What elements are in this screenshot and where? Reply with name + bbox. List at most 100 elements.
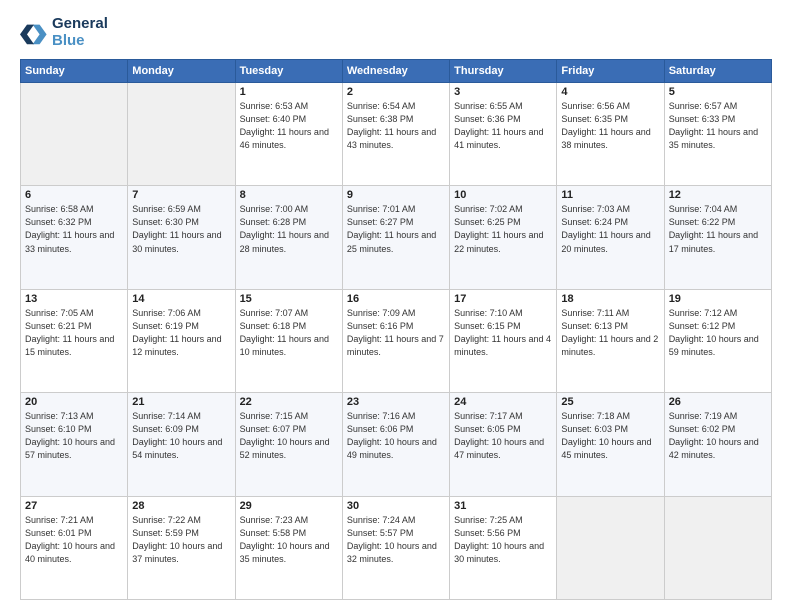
weekday-monday: Monday: [128, 60, 235, 83]
day-cell: 29Sunrise: 7:23 AM Sunset: 5:58 PM Dayli…: [235, 496, 342, 599]
day-cell: 10 Sunrise: 7:02 AM Sunset: 6:25 PM Dayli…: [450, 186, 557, 289]
day-cell: 23 Sunrise: 7:16 AM Sunset: 6:06 PM Dayli…: [342, 393, 449, 496]
day-number: 12: [669, 189, 767, 201]
day-number: 18: [561, 293, 659, 305]
day-number: 20: [25, 396, 123, 408]
day-cell: 7 Sunrise: 6:59 AM Sunset: 6:30 PM Daylig…: [128, 186, 235, 289]
day-info: Sunrise: 6:59 AM Sunset: 6:30 PM Dayligh…: [132, 203, 230, 255]
day-cell: [128, 83, 235, 186]
day-number: 10: [454, 189, 552, 201]
day-number: 4: [561, 86, 659, 98]
day-number: 23: [347, 396, 445, 408]
day-number: 19: [669, 293, 767, 305]
day-info: Sunrise: 7:15 AM Sunset: 6:07 PM Dayligh…: [240, 410, 338, 462]
week-row-0: 1Sunrise: 6:53 AM Sunset: 6:40 PM Daylig…: [21, 83, 772, 186]
day-number: 1: [240, 86, 338, 98]
day-cell: 22 Sunrise: 7:15 AM Sunset: 6:07 PM Dayli…: [235, 393, 342, 496]
day-number: 7: [132, 189, 230, 201]
day-number: 5: [669, 86, 767, 98]
calendar-table: SundayMondayTuesdayWednesdayThursdayFrid…: [20, 59, 772, 600]
day-cell: 21 Sunrise: 7:14 AM Sunset: 6:09 PM Dayli…: [128, 393, 235, 496]
day-number: 2: [347, 86, 445, 98]
day-info: Sunrise: 7:10 AM Sunset: 6:15 PM Dayligh…: [454, 307, 552, 359]
day-cell: [664, 496, 771, 599]
day-info: Sunrise: 6:58 AM Sunset: 6:32 PM Dayligh…: [25, 203, 123, 255]
day-info: Sunrise: 7:12 AM Sunset: 6:12 PM Dayligh…: [669, 307, 767, 359]
day-cell: 11 Sunrise: 7:03 AM Sunset: 6:24 PM Dayli…: [557, 186, 664, 289]
day-info: Sunrise: 7:14 AM Sunset: 6:09 PM Dayligh…: [132, 410, 230, 462]
day-info: Sunrise: 7:07 AM Sunset: 6:18 PM Dayligh…: [240, 307, 338, 359]
day-number: 30: [347, 500, 445, 512]
day-info: Sunrise: 7:13 AM Sunset: 6:10 PM Dayligh…: [25, 410, 123, 462]
day-info: Sunrise: 7:03 AM Sunset: 6:24 PM Dayligh…: [561, 203, 659, 255]
day-number: 11: [561, 189, 659, 201]
weekday-header-row: SundayMondayTuesdayWednesdayThursdayFrid…: [21, 60, 772, 83]
day-cell: 17 Sunrise: 7:10 AM Sunset: 6:15 PM Dayli…: [450, 289, 557, 392]
day-info: Sunrise: 7:05 AM Sunset: 6:21 PM Dayligh…: [25, 307, 123, 359]
week-row-4: 27Sunrise: 7:21 AM Sunset: 6:01 PM Dayli…: [21, 496, 772, 599]
day-cell: 31 Sunrise: 7:25 AM Sunset: 5:56 PM Dayli…: [450, 496, 557, 599]
weekday-tuesday: Tuesday: [235, 60, 342, 83]
day-cell: 14Sunrise: 7:06 AM Sunset: 6:19 PM Dayli…: [128, 289, 235, 392]
day-info: Sunrise: 6:56 AM Sunset: 6:35 PM Dayligh…: [561, 100, 659, 152]
day-cell: 28 Sunrise: 7:22 AM Sunset: 5:59 PM Dayli…: [128, 496, 235, 599]
day-info: Sunrise: 7:09 AM Sunset: 6:16 PM Dayligh…: [347, 307, 445, 359]
day-info: Sunrise: 7:04 AM Sunset: 6:22 PM Dayligh…: [669, 203, 767, 255]
day-cell: 18 Sunrise: 7:11 AM Sunset: 6:13 PM Dayli…: [557, 289, 664, 392]
weekday-saturday: Saturday: [664, 60, 771, 83]
day-number: 21: [132, 396, 230, 408]
logo-icon: [20, 19, 48, 47]
weekday-friday: Friday: [557, 60, 664, 83]
logo: General Blue: [20, 16, 108, 49]
day-cell: 8 Sunrise: 7:00 AM Sunset: 6:28 PM Daylig…: [235, 186, 342, 289]
day-number: 15: [240, 293, 338, 305]
day-number: 6: [25, 189, 123, 201]
day-info: Sunrise: 7:24 AM Sunset: 5:57 PM Dayligh…: [347, 514, 445, 566]
logo-text: General Blue: [52, 16, 108, 49]
day-cell: 24 Sunrise: 7:17 AM Sunset: 6:05 PM Dayli…: [450, 393, 557, 496]
day-number: 13: [25, 293, 123, 305]
page: General Blue SundayMondayTuesdayWednesda…: [0, 0, 792, 612]
day-info: Sunrise: 7:02 AM Sunset: 6:25 PM Dayligh…: [454, 203, 552, 255]
day-info: Sunrise: 7:18 AM Sunset: 6:03 PM Dayligh…: [561, 410, 659, 462]
day-number: 16: [347, 293, 445, 305]
day-number: 8: [240, 189, 338, 201]
day-cell: 12 Sunrise: 7:04 AM Sunset: 6:22 PM Dayli…: [664, 186, 771, 289]
day-cell: 9 Sunrise: 7:01 AM Sunset: 6:27 PM Daylig…: [342, 186, 449, 289]
day-cell: 13 Sunrise: 7:05 AM Sunset: 6:21 PM Dayli…: [21, 289, 128, 392]
day-number: 28: [132, 500, 230, 512]
day-number: 9: [347, 189, 445, 201]
weekday-thursday: Thursday: [450, 60, 557, 83]
day-info: Sunrise: 6:55 AM Sunset: 6:36 PM Dayligh…: [454, 100, 552, 152]
day-number: 25: [561, 396, 659, 408]
day-cell: 3Sunrise: 6:55 AM Sunset: 6:36 PM Daylig…: [450, 83, 557, 186]
day-info: Sunrise: 7:00 AM Sunset: 6:28 PM Dayligh…: [240, 203, 338, 255]
day-number: 24: [454, 396, 552, 408]
header: General Blue: [20, 16, 772, 49]
day-info: Sunrise: 7:19 AM Sunset: 6:02 PM Dayligh…: [669, 410, 767, 462]
week-row-1: 6 Sunrise: 6:58 AM Sunset: 6:32 PM Daylig…: [21, 186, 772, 289]
day-cell: [21, 83, 128, 186]
day-cell: 16 Sunrise: 7:09 AM Sunset: 6:16 PM Dayli…: [342, 289, 449, 392]
day-cell: 5Sunrise: 6:57 AM Sunset: 6:33 PM Daylig…: [664, 83, 771, 186]
day-number: 27: [25, 500, 123, 512]
day-info: Sunrise: 7:25 AM Sunset: 5:56 PM Dayligh…: [454, 514, 552, 566]
day-number: 22: [240, 396, 338, 408]
day-info: Sunrise: 7:11 AM Sunset: 6:13 PM Dayligh…: [561, 307, 659, 359]
weekday-sunday: Sunday: [21, 60, 128, 83]
day-info: Sunrise: 7:23 AM Sunset: 5:58 PM Dayligh…: [240, 514, 338, 566]
day-cell: 26Sunrise: 7:19 AM Sunset: 6:02 PM Dayli…: [664, 393, 771, 496]
day-info: Sunrise: 7:01 AM Sunset: 6:27 PM Dayligh…: [347, 203, 445, 255]
day-cell: 20 Sunrise: 7:13 AM Sunset: 6:10 PM Dayli…: [21, 393, 128, 496]
day-info: Sunrise: 7:17 AM Sunset: 6:05 PM Dayligh…: [454, 410, 552, 462]
day-cell: 2 Sunrise: 6:54 AM Sunset: 6:38 PM Daylig…: [342, 83, 449, 186]
day-info: Sunrise: 7:16 AM Sunset: 6:06 PM Dayligh…: [347, 410, 445, 462]
day-cell: 1Sunrise: 6:53 AM Sunset: 6:40 PM Daylig…: [235, 83, 342, 186]
day-info: Sunrise: 6:54 AM Sunset: 6:38 PM Dayligh…: [347, 100, 445, 152]
day-number: 31: [454, 500, 552, 512]
day-number: 17: [454, 293, 552, 305]
day-info: Sunrise: 7:22 AM Sunset: 5:59 PM Dayligh…: [132, 514, 230, 566]
day-cell: 15 Sunrise: 7:07 AM Sunset: 6:18 PM Dayli…: [235, 289, 342, 392]
day-cell: 27Sunrise: 7:21 AM Sunset: 6:01 PM Dayli…: [21, 496, 128, 599]
week-row-2: 13 Sunrise: 7:05 AM Sunset: 6:21 PM Dayli…: [21, 289, 772, 392]
